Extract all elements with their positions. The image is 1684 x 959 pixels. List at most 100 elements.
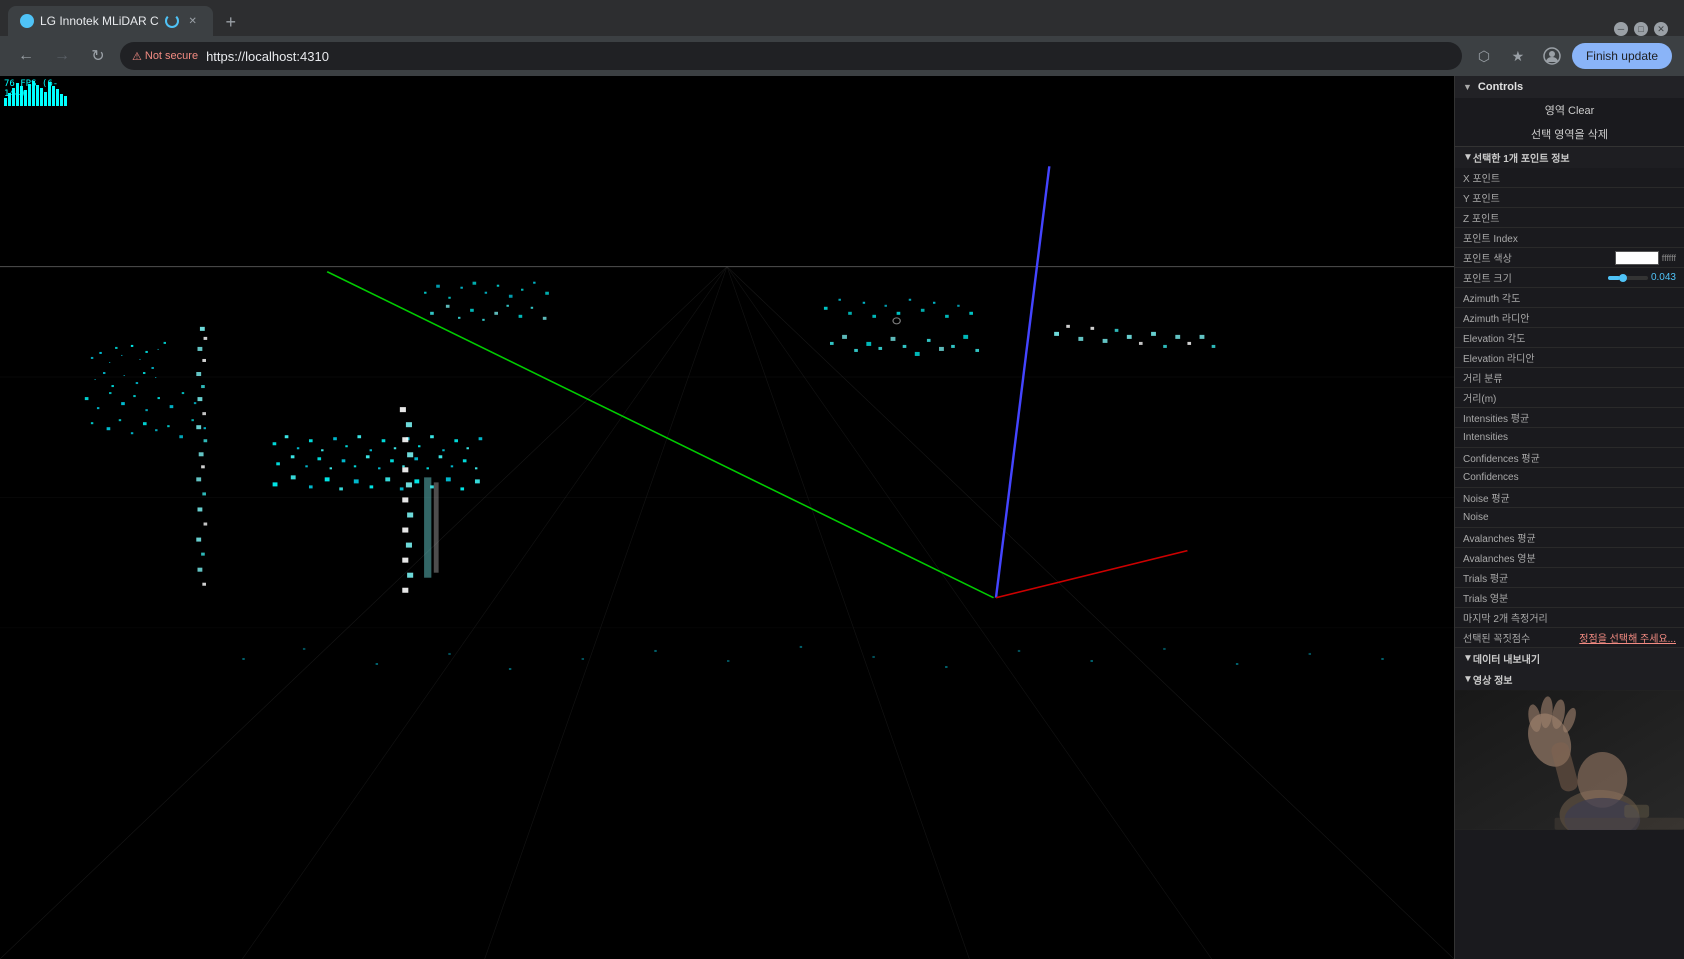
confidences-label: Confidences bbox=[1463, 472, 1676, 483]
active-tab[interactable]: LG Innotek MLiDAR C ✕ bbox=[8, 6, 213, 36]
fps-chart: 76 FPS (6-144) bbox=[2, 78, 72, 108]
intensities-row: Intensities bbox=[1455, 428, 1684, 448]
point-info-header[interactable]: ▼ 선택한 1개 포인트 정보 bbox=[1455, 147, 1684, 168]
selected-vertex-label: 선택된 꼭짓점수 bbox=[1463, 630, 1579, 645]
azimuth-angle-row: Azimuth 각도 bbox=[1455, 288, 1684, 308]
point-index-row: 포인트 Index bbox=[1455, 228, 1684, 248]
reload-button[interactable]: ↻ bbox=[84, 42, 112, 70]
close-window-button[interactable]: ✕ bbox=[1654, 22, 1668, 36]
avalanches-avg-label: Avalanches 평균 bbox=[1463, 530, 1676, 545]
trials-avg-row: Trials 평균 bbox=[1455, 568, 1684, 588]
distance-m-row: 거리(m) bbox=[1455, 388, 1684, 408]
tab-favicon bbox=[20, 14, 34, 28]
finish-update-button[interactable]: Finish update bbox=[1572, 43, 1672, 69]
point-size-label: 포인트 크기 bbox=[1463, 270, 1608, 285]
new-tab-button[interactable]: + bbox=[217, 8, 245, 36]
color-swatch[interactable] bbox=[1615, 251, 1659, 265]
z-point-row: Z 포인트 bbox=[1455, 208, 1684, 228]
point-info-title: 선택한 1개 포인트 정보 bbox=[1473, 150, 1570, 165]
elevation-angle-row: Elevation 각도 bbox=[1455, 328, 1684, 348]
action-buttons-section: 영역 Clear 선택 영역을 삭제 bbox=[1455, 98, 1684, 147]
cast-icon[interactable]: ⬡ bbox=[1470, 42, 1498, 70]
distance-m-label: 거리(m) bbox=[1463, 390, 1676, 405]
point-color-label: 포인트 색상 bbox=[1463, 250, 1615, 265]
noise-row: Noise bbox=[1455, 508, 1684, 528]
intensities-avg-row: Intensities 평균 bbox=[1455, 408, 1684, 428]
vertex-link[interactable]: 정점을 선택해 주세요... bbox=[1579, 630, 1676, 645]
trials-avg-label: Trials 평균 bbox=[1463, 570, 1676, 585]
minimize-button[interactable]: ─ bbox=[1614, 22, 1628, 36]
confidences-avg-row: Confidences 평균 bbox=[1455, 448, 1684, 468]
fps-label: 76 FPS (6-144) bbox=[4, 79, 72, 99]
y-point-label: Y 포인트 bbox=[1463, 190, 1676, 205]
intensities-label: Intensities bbox=[1463, 432, 1676, 443]
controls-chevron-icon: ▼ bbox=[1463, 82, 1472, 92]
avalanches-avg-row: Avalanches 평균 bbox=[1455, 528, 1684, 548]
noise-label: Noise bbox=[1463, 512, 1676, 523]
grid-overlay bbox=[0, 76, 1454, 959]
avalanches-yb-row: Avalanches 영분 bbox=[1455, 548, 1684, 568]
export-section-header[interactable]: ▼ 데이터 내보내기 bbox=[1455, 648, 1684, 669]
confidences-row: Confidences bbox=[1455, 468, 1684, 488]
export-title: 데이터 내보내기 bbox=[1473, 651, 1540, 666]
point-size-row: 포인트 크기 0.043 bbox=[1455, 268, 1684, 288]
lidar-viewer[interactable]: 76 FPS (6-144) bbox=[0, 76, 1454, 959]
x-point-row: X 포인트 bbox=[1455, 168, 1684, 188]
last-measurement-label: 마지막 2개 측정거리 bbox=[1463, 610, 1676, 625]
clear-region-button[interactable]: 영역 Clear bbox=[1455, 98, 1684, 122]
distance-class-label: 거리 분류 bbox=[1463, 370, 1676, 385]
controls-section-header[interactable]: ▼ Controls bbox=[1455, 76, 1684, 98]
webcam-preview bbox=[1455, 690, 1684, 830]
url-text: https://localhost:4310 bbox=[206, 49, 329, 64]
video-info-header[interactable]: ▼ 영상 정보 bbox=[1455, 669, 1684, 690]
back-button[interactable]: ← bbox=[12, 42, 40, 70]
elevation-angle-label: Elevation 각도 bbox=[1463, 330, 1676, 345]
azimuth-radian-row: Azimuth 라디안 bbox=[1455, 308, 1684, 328]
point-size-slider[interactable] bbox=[1608, 276, 1648, 280]
elevation-radian-row: Elevation 라디안 bbox=[1455, 348, 1684, 368]
noise-avg-row: Noise 평균 bbox=[1455, 488, 1684, 508]
video-info-title: 영상 정보 bbox=[1473, 672, 1513, 687]
right-panel: ▼ Controls 영역 Clear 선택 영역을 삭제 ▼ 선택한 1개 포… bbox=[1454, 76, 1684, 959]
toolbar-right: ⬡ ★ Finish update bbox=[1470, 42, 1672, 70]
not-secure-indicator: ⚠ Not secure bbox=[132, 50, 198, 63]
bookmark-icon[interactable]: ★ bbox=[1504, 42, 1532, 70]
confidences-avg-label: Confidences 평균 bbox=[1463, 450, 1676, 465]
elevation-radian-label: Elevation 라디안 bbox=[1463, 350, 1676, 365]
point-index-label: 포인트 Index bbox=[1463, 230, 1676, 245]
tab-close-button[interactable]: ✕ bbox=[185, 13, 201, 29]
selected-vertex-row: 선택된 꼭짓점수 정점을 선택해 주세요... bbox=[1455, 628, 1684, 648]
delete-region-button[interactable]: 선택 영역을 삭제 bbox=[1455, 122, 1684, 146]
intensities-avg-label: Intensities 평균 bbox=[1463, 410, 1676, 425]
noise-avg-label: Noise 평균 bbox=[1463, 490, 1676, 505]
tab-loading-spinner bbox=[165, 14, 179, 28]
forward-button[interactable]: → bbox=[48, 42, 76, 70]
azimuth-radian-label: Azimuth 라디안 bbox=[1463, 310, 1676, 325]
controls-title: Controls bbox=[1478, 81, 1523, 93]
point-color-row: 포인트 색상 ffffff bbox=[1455, 248, 1684, 268]
point-size-value: 0.043 bbox=[1651, 272, 1676, 283]
window-controls: ─ □ ✕ bbox=[1614, 22, 1676, 36]
lock-icon: ⚠ bbox=[132, 50, 142, 63]
browser-chrome: LG Innotek MLiDAR C ✕ + ─ □ ✕ ← → ↻ ⚠ No… bbox=[0, 0, 1684, 76]
trials-yb-row: Trials 영분 bbox=[1455, 588, 1684, 608]
y-point-row: Y 포인트 bbox=[1455, 188, 1684, 208]
main-content: 76 FPS (6-144) bbox=[0, 76, 1684, 959]
azimuth-angle-label: Azimuth 각도 bbox=[1463, 290, 1676, 305]
video-chevron-icon: ▼ bbox=[1463, 674, 1473, 685]
export-chevron-icon: ▼ bbox=[1463, 653, 1473, 664]
address-bar[interactable]: ⚠ Not secure https://localhost:4310 bbox=[120, 42, 1462, 70]
point-color-hex: ffffff bbox=[1662, 253, 1676, 263]
trials-yb-label: Trials 영분 bbox=[1463, 590, 1676, 605]
last-measurement-row: 마지막 2개 측정거리 bbox=[1455, 608, 1684, 628]
tab-title: LG Innotek MLiDAR C bbox=[40, 14, 159, 28]
profile-icon[interactable] bbox=[1538, 42, 1566, 70]
z-point-label: Z 포인트 bbox=[1463, 210, 1676, 225]
x-point-label: X 포인트 bbox=[1463, 170, 1676, 185]
avalanches-yb-label: Avalanches 영분 bbox=[1463, 550, 1676, 565]
webcam-section bbox=[1455, 690, 1684, 830]
address-bar-row: ← → ↻ ⚠ Not secure https://localhost:431… bbox=[0, 36, 1684, 76]
maximize-button[interactable]: □ bbox=[1634, 22, 1648, 36]
tab-bar: LG Innotek MLiDAR C ✕ + ─ □ ✕ bbox=[0, 0, 1684, 36]
point-info-chevron-icon: ▼ bbox=[1463, 152, 1473, 163]
